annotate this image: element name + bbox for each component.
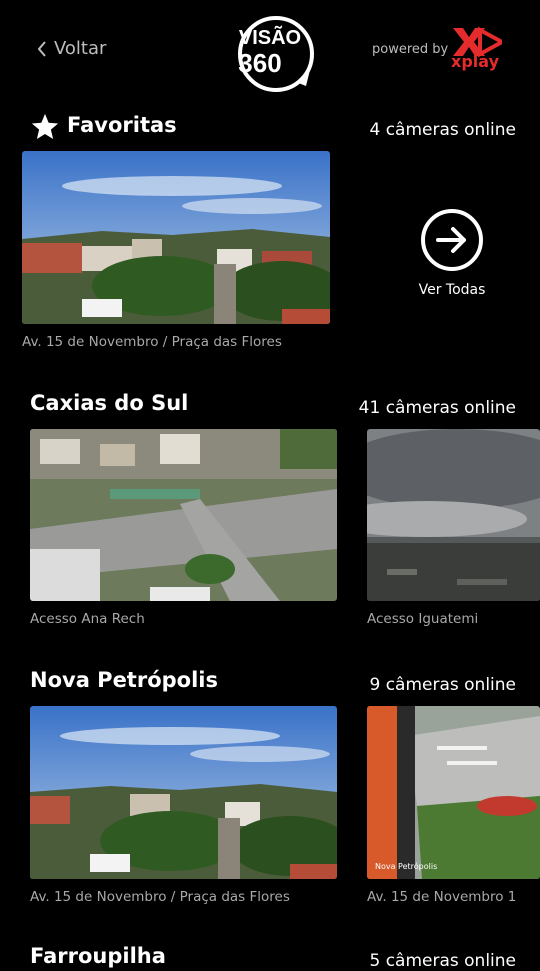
camera-thumbnail xyxy=(30,429,337,601)
section-title-farroupilha: Farroupilha xyxy=(30,944,166,968)
back-button[interactable]: Voltar xyxy=(36,38,106,59)
svg-text:360: 360 xyxy=(238,48,281,78)
camera-card-praca-das-flores[interactable]: Av. 15 de Novembro / Praça das Flores xyxy=(30,706,337,906)
camera-overlay-label: Nova Petrópolis xyxy=(375,862,438,871)
camera-caption: Acesso Iguatemi xyxy=(367,611,479,627)
farroupilha-count: 5 câmeras online xyxy=(369,951,516,971)
xplay-wordmark: xplay xyxy=(451,52,499,71)
app-header: Voltar VISÃO 360 powered by xplay xyxy=(0,0,540,100)
chevron-left-icon xyxy=(37,40,46,57)
camera-caption: Av. 15 de Novembro / Praça das Flores xyxy=(30,889,290,905)
star-icon xyxy=(31,113,59,139)
see-all-label: Ver Todas xyxy=(418,282,486,298)
camera-caption: Av. 15 de Novembro 1 xyxy=(367,889,517,905)
caxias-count: 41 câmeras online xyxy=(358,398,516,418)
camera-thumbnail xyxy=(30,706,337,879)
section-title-nova-petropolis: Nova Petrópolis xyxy=(30,668,218,692)
svg-text:VISÃO: VISÃO xyxy=(239,26,301,49)
camera-thumbnail xyxy=(22,151,330,324)
favorites-count: 4 câmeras online xyxy=(369,120,516,140)
see-all-button[interactable]: Ver Todas xyxy=(412,208,492,298)
camera-thumbnail: Nova Petrópolis xyxy=(367,706,540,879)
camera-thumbnail xyxy=(367,429,540,601)
nova-petropolis-count: 9 câmeras online xyxy=(369,675,516,695)
camera-caption: Acesso Ana Rech xyxy=(30,611,145,627)
camera-card-ana-rech[interactable]: Acesso Ana Rech xyxy=(30,429,337,629)
visao-360-logo: VISÃO 360 xyxy=(238,16,314,92)
section-title-favorites: Favoritas xyxy=(67,113,177,137)
favorite-camera-card[interactable]: Av. 15 de Novembro / Praça das Flores xyxy=(22,151,330,351)
section-title-caxias: Caxias do Sul xyxy=(30,391,189,415)
powered-by-label: powered by xyxy=(372,42,449,57)
camera-card-av-15-novembro-1[interactable]: Nova Petrópolis Av. 15 de Novembro 1 xyxy=(367,706,540,906)
camera-caption: Av. 15 de Novembro / Praça das Flores xyxy=(22,334,282,350)
back-label: Voltar xyxy=(54,38,107,59)
camera-card-iguatemi[interactable]: Acesso Iguatemi xyxy=(367,429,540,629)
arrow-right-circle-icon xyxy=(421,209,483,271)
